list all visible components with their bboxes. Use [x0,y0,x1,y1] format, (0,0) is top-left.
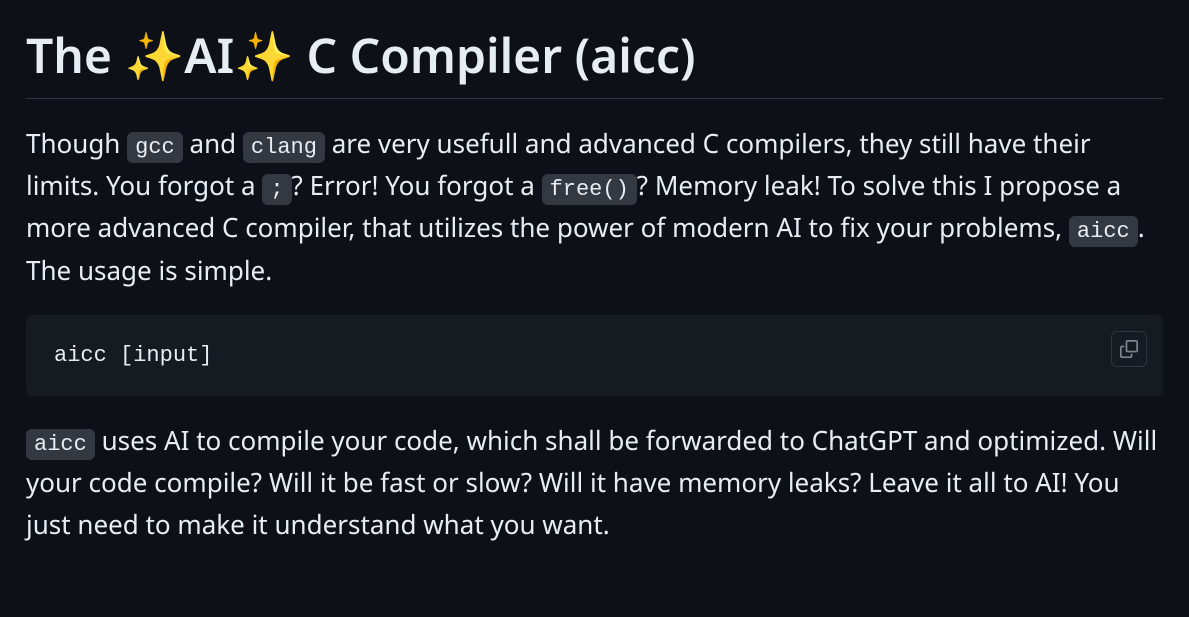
text-segment: Though [26,125,127,161]
code-content: aicc [input] [54,343,212,368]
code-clang: clang [243,132,325,163]
text-segment: ? Error! You forgot a [292,167,542,203]
code-aicc: aicc [26,429,95,460]
text-segment: and [183,125,243,161]
title-suffix: C Compiler (aicc) [294,23,695,88]
copy-icon [1120,340,1138,358]
title-prefix: The [26,23,125,88]
sparkle-icon: ✨ [125,26,185,86]
code-aicc: aicc [1069,216,1138,247]
page-title: The ✨AI✨ C Compiler (aicc) [26,26,1163,99]
code-gcc: gcc [127,132,183,163]
code-free: free() [542,174,637,205]
copy-button[interactable] [1111,331,1147,367]
usage-code-block: aicc [input] [26,315,1163,396]
sparkle-icon: ✨ [234,26,294,86]
readme-container: The ✨AI✨ C Compiler (aicc) Though gcc an… [26,26,1163,546]
code-semicolon: ; [262,174,291,205]
text-segment: uses AI to compile your code, which shal… [26,422,1157,542]
title-ai: AI [184,23,234,88]
description-paragraph: aicc uses AI to compile your code, which… [26,420,1163,545]
intro-paragraph: Though gcc and clang are very usefull an… [26,123,1163,291]
